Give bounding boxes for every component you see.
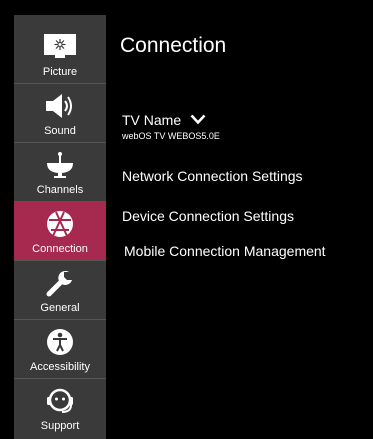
tv-name-label: TV Name xyxy=(122,112,182,129)
wrench-icon xyxy=(14,269,106,297)
accessibility-icon xyxy=(14,328,106,356)
satellite-dish-icon xyxy=(14,151,106,179)
sidebar-item-support[interactable]: Support xyxy=(14,379,106,437)
sidebar-item-label: General xyxy=(40,302,80,314)
picture-icon xyxy=(14,33,106,61)
sidebar-item-connection[interactable]: Connection xyxy=(14,202,106,260)
headset-support-icon xyxy=(14,387,106,415)
network-connection-settings-item[interactable]: Network Connection Settings xyxy=(122,168,303,184)
sidebar-item-general[interactable]: General xyxy=(14,261,106,319)
connection-globe-icon xyxy=(14,210,106,238)
sidebar-item-label: Channels xyxy=(36,184,84,196)
device-connection-settings-item[interactable]: Device Connection Settings xyxy=(122,208,294,224)
sidebar-item-label: Sound xyxy=(44,125,76,137)
sidebar-item-label: Connection xyxy=(32,243,88,255)
tv-name-value: webOS TV WEBOS5.0E xyxy=(122,131,220,142)
speaker-icon xyxy=(14,92,106,120)
sidebar-item-accessibility[interactable]: Accessibility xyxy=(14,320,106,378)
sidebar-item-sound[interactable]: Sound xyxy=(14,84,106,142)
sidebar-item-picture[interactable]: Picture xyxy=(14,25,106,83)
page-title: Connection xyxy=(120,34,227,57)
sidebar-item-label: Picture xyxy=(42,66,78,78)
mobile-connection-management-item[interactable]: Mobile Connection Management xyxy=(124,243,326,259)
sidebar-item-label: Accessibility xyxy=(30,361,90,373)
settings-sidebar: Picture Sound Channels Connection Genera… xyxy=(14,15,106,439)
chevron-down-icon xyxy=(190,112,206,130)
tv-name-dropdown[interactable]: TV Name webOS TV WEBOS5.0E xyxy=(122,112,220,141)
sidebar-item-channels[interactable]: Channels xyxy=(14,143,106,201)
sidebar-item-label: Support xyxy=(40,420,80,432)
